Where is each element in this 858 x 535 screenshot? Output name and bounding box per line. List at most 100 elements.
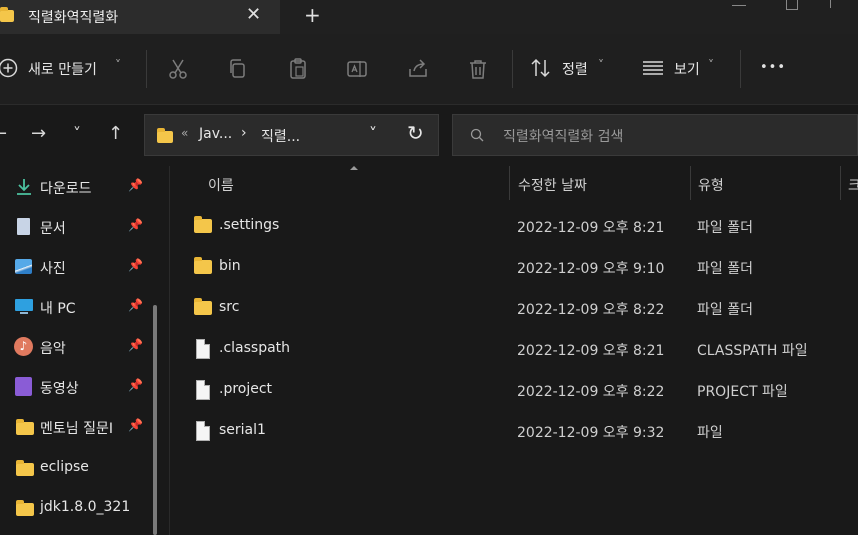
new-tab-button[interactable]: + [304, 3, 321, 27]
maximize-icon [786, 0, 798, 10]
close-window-button[interactable] [826, 0, 858, 12]
view-label: 보기 [674, 62, 700, 78]
sidebar-item-music[interactable]: ♪ 음악 📌 [0, 333, 150, 363]
breadcrumb-item[interactable]: Jav... [199, 126, 232, 142]
pin-icon[interactable]: 📌 [128, 378, 143, 392]
folder-icon [194, 257, 212, 274]
sort-button[interactable]: 정렬 ˅ [530, 56, 612, 82]
sidebar-item-label: eclipse [40, 459, 89, 475]
column-header-size[interactable]: 크 [848, 175, 858, 195]
maximize-button[interactable] [770, 0, 820, 12]
copy-icon[interactable] [226, 57, 250, 81]
column-header-name[interactable]: 이름 [208, 175, 234, 195]
sidebar-item-label: 다운로드 [40, 181, 92, 197]
file-row[interactable]: .project 2022-12-09 오후 8:22 PROJECT 파일 [172, 370, 858, 410]
folder-icon [16, 419, 34, 435]
plus-circle-icon [0, 58, 18, 78]
breadcrumb-overflow[interactable]: « [181, 126, 188, 140]
recent-chevron-icon[interactable]: ˅ [73, 124, 81, 143]
close-tab-icon[interactable]: ✕ [246, 4, 261, 25]
cut-icon[interactable] [166, 57, 190, 81]
column-header-date[interactable]: 수정한 날짜 [518, 175, 587, 195]
sidebar-item-this-pc[interactable]: 내 PC 📌 [0, 293, 150, 323]
address-dropdown-icon[interactable]: ˅ [369, 124, 377, 143]
file-name: serial1 [219, 422, 266, 438]
share-icon[interactable] [406, 57, 430, 81]
sidebar-item-eclipse[interactable]: eclipse [0, 454, 150, 484]
new-button[interactable]: 새로 만들기 ˅ [0, 56, 130, 82]
file-icon [196, 339, 210, 359]
paste-icon[interactable] [286, 57, 310, 81]
pin-icon[interactable]: 📌 [128, 418, 143, 432]
file-row[interactable]: .settings 2022-12-09 오후 8:21 파일 폴더 [172, 206, 858, 246]
file-type: PROJECT 파일 [697, 384, 788, 400]
pin-icon[interactable]: 📌 [128, 298, 143, 312]
sidebar-item-documents[interactable]: 문서 📌 [0, 213, 150, 243]
file-name: .classpath [219, 340, 291, 356]
sidebar-item-label: 내 PC [40, 301, 76, 317]
up-arrow-icon[interactable]: ↑ [108, 123, 123, 144]
breadcrumb-item[interactable]: 직렬... [261, 126, 300, 146]
address-bar[interactable]: « Jav... › 직렬... ˅ ↻ [144, 114, 439, 156]
sidebar-item-videos[interactable]: 동영상 📌 [0, 373, 150, 403]
column-header-type[interactable]: 유형 [698, 175, 724, 195]
sidebar-scrollbar[interactable] [153, 305, 157, 535]
rename-icon[interactable] [345, 57, 369, 81]
sidebar-item-mentor-questions[interactable]: 멘토님 질문I 📌 [0, 413, 150, 443]
sidebar-item-label: 문서 [40, 221, 66, 237]
back-arrow-icon[interactable]: ← [0, 123, 7, 144]
sort-indicator-icon [350, 166, 358, 170]
sort-label: 정렬 [562, 62, 588, 78]
column-separator[interactable] [690, 166, 691, 200]
minimize-icon [732, 5, 746, 6]
column-separator[interactable] [840, 166, 841, 200]
search-box[interactable]: 직렬화역직렬화 검색 [452, 114, 858, 156]
sidebar-item-label: 사진 [40, 261, 66, 277]
folder-icon [157, 128, 173, 143]
pin-icon[interactable]: 📌 [128, 258, 143, 272]
file-row[interactable]: bin 2022-12-09 오후 9:10 파일 폴더 [172, 247, 858, 287]
toolbar-divider [740, 50, 741, 88]
folder-icon [16, 460, 34, 476]
file-date: 2022-12-09 오후 9:32 [517, 425, 665, 441]
file-type: 파일 폴더 [697, 261, 753, 277]
pc-stand [20, 312, 28, 314]
file-date: 2022-12-09 오후 8:22 [517, 302, 665, 318]
sidebar-item-label: 음악 [40, 341, 66, 357]
sidebar-item-pictures[interactable]: 사진 📌 [0, 253, 150, 283]
pin-icon[interactable]: 📌 [128, 338, 143, 352]
file-row[interactable]: .classpath 2022-12-09 오후 8:21 CLASSPATH … [172, 329, 858, 369]
file-name: .project [219, 381, 273, 397]
folder-icon [194, 216, 212, 233]
refresh-icon[interactable]: ↻ [407, 121, 424, 145]
sidebar-item-downloads[interactable]: 다운로드 📌 [0, 173, 150, 203]
file-type: 파일 폴더 [697, 302, 753, 318]
download-icon [17, 179, 31, 195]
file-name: src [219, 299, 240, 315]
breadcrumb-separator: › [241, 125, 247, 141]
forward-arrow-icon[interactable]: → [31, 123, 46, 144]
file-row[interactable]: serial1 2022-12-09 오후 9:32 파일 [172, 411, 858, 451]
more-options-button[interactable]: ••• [760, 60, 786, 75]
pane-divider [169, 166, 170, 535]
pin-icon[interactable]: 📌 [128, 178, 143, 192]
sidebar-item-jdk[interactable]: jdk1.8.0_321 [0, 494, 150, 524]
file-type: 파일 [697, 425, 723, 441]
file-type: 파일 폴더 [697, 220, 753, 236]
toolbar-divider [512, 50, 513, 88]
folder-icon [194, 298, 212, 315]
music-icon: ♪ [14, 337, 33, 356]
column-separator[interactable] [509, 166, 510, 200]
document-icon [17, 218, 30, 235]
view-button[interactable]: 보기 ˅ [642, 56, 722, 82]
folder-icon [16, 500, 34, 516]
file-icon [196, 380, 210, 400]
delete-icon[interactable] [466, 57, 490, 81]
minimize-button[interactable] [714, 0, 764, 14]
file-name: .settings [219, 217, 280, 233]
sidebar-item-label: jdk1.8.0_321 [40, 499, 131, 515]
close-window-icon [830, 0, 843, 8]
file-row[interactable]: src 2022-12-09 오후 8:22 파일 폴더 [172, 288, 858, 328]
pin-icon[interactable]: 📌 [128, 218, 143, 232]
tab-active[interactable]: 직렬화역직렬화 ✕ [0, 0, 280, 34]
